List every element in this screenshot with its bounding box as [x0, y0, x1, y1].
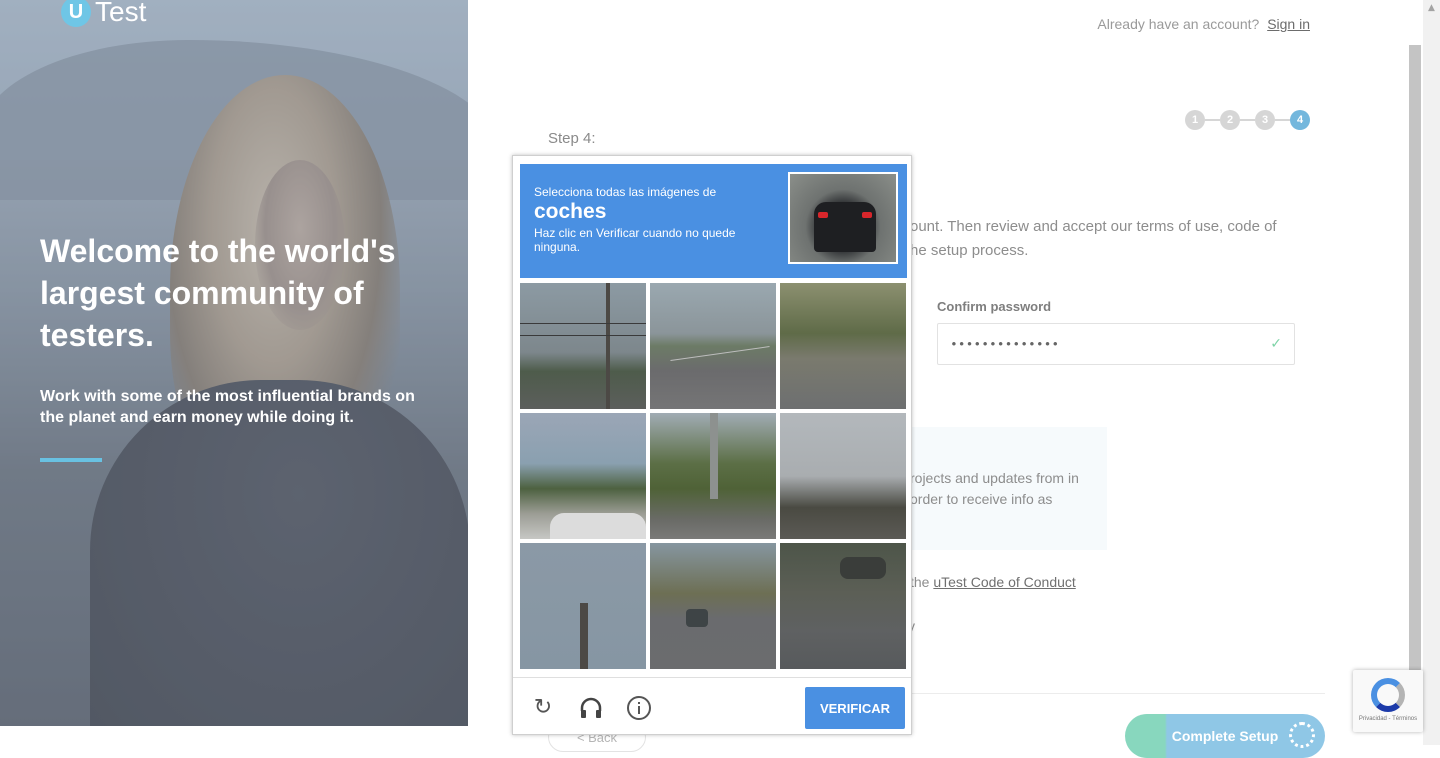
- captcha-tile-8[interactable]: [650, 543, 776, 669]
- current-step-label: Step 4:: [548, 130, 596, 147]
- recaptcha-logo-icon: [1371, 678, 1405, 712]
- hero-panel: [0, 0, 468, 726]
- captcha-target: coches: [534, 200, 607, 223]
- tile-car: [686, 609, 708, 627]
- brand-logo[interactable]: U Test: [61, 0, 146, 28]
- confirm-password-field[interactable]: •••••••••••••• ✓: [937, 323, 1295, 365]
- tile-pole: [710, 413, 718, 499]
- tile-pole: [580, 603, 588, 669]
- captcha-image-grid: [520, 283, 907, 670]
- captcha-footer: ↻ VERIFICAR: [513, 677, 911, 734]
- sample-taillight: [818, 212, 828, 218]
- sample-car: [814, 202, 876, 252]
- scroll-up-arrow-icon[interactable]: ▲: [1423, 0, 1440, 17]
- captcha-hint: Haz clic en Verificar cuando no quede ni…: [534, 226, 736, 254]
- captcha-tile-9[interactable]: [780, 543, 906, 669]
- recaptcha-terms[interactable]: Privacidad - Términos: [1353, 716, 1423, 722]
- step-1: 1: [1185, 110, 1205, 130]
- recaptcha-badge[interactable]: Privacidad - Términos: [1353, 670, 1423, 732]
- captcha-tile-1[interactable]: [520, 283, 646, 409]
- complete-setup-label: Complete Setup: [1171, 728, 1279, 744]
- step-connector: [1240, 119, 1255, 121]
- tile-car: [840, 557, 886, 579]
- hero-overlay: [0, 0, 468, 726]
- captcha-tile-2[interactable]: [650, 283, 776, 409]
- captcha-dialog: Selecciona todas las imágenes de coches …: [512, 155, 912, 735]
- conduct-agreement: the uTest Code of Conduct: [910, 574, 1076, 590]
- info-icon[interactable]: [626, 695, 652, 721]
- confirm-password-value: ••••••••••••••: [950, 336, 1060, 352]
- code-of-conduct-link[interactable]: uTest Code of Conduct: [933, 574, 1075, 590]
- tile-lane-line: [670, 346, 770, 361]
- step-connector: [1275, 119, 1290, 121]
- verify-button[interactable]: VERIFICAR: [805, 687, 905, 729]
- step-4: 4: [1290, 110, 1310, 130]
- complete-setup-button[interactable]: Complete Setup: [1125, 714, 1325, 758]
- hero-title: Welcome to the world's largest community…: [40, 233, 396, 353]
- sign-in-link[interactable]: Sign in: [1267, 16, 1310, 32]
- check-icon: ✓: [1270, 336, 1282, 352]
- description-line-2: he setup process.: [910, 242, 1029, 259]
- scrollbar-thumb[interactable]: [1409, 45, 1421, 715]
- brand-name: Test: [95, 0, 147, 27]
- loading-spinner-icon: [1289, 722, 1315, 748]
- hero-subtitle: Work with some of the most influential b…: [40, 388, 415, 426]
- captcha-tile-4[interactable]: [520, 413, 646, 539]
- form-description: ount. Then review and accept our terms o…: [910, 215, 1310, 263]
- captcha-header: Selecciona todas las imágenes de coches …: [520, 164, 907, 278]
- already-account-text: Already have an account?: [1097, 16, 1260, 32]
- step-3: 3: [1255, 110, 1275, 130]
- tile-pole: [606, 283, 610, 409]
- reload-icon[interactable]: ↻: [530, 695, 556, 721]
- description-line-1: ount. Then review and accept our terms o…: [910, 218, 1277, 235]
- captcha-tile-6[interactable]: [780, 413, 906, 539]
- audio-icon[interactable]: [578, 695, 604, 721]
- captcha-tile-3[interactable]: [780, 283, 906, 409]
- step-connector: [1205, 119, 1220, 121]
- step-2: 2: [1220, 110, 1240, 130]
- confirm-password-label: Confirm password: [937, 299, 1052, 314]
- step-indicator: 1 2 3 4: [1185, 110, 1310, 130]
- signin-prompt: Already have an account? Sign in: [1097, 16, 1310, 32]
- sample-taillight: [862, 212, 872, 218]
- tile-wire: [520, 323, 646, 324]
- captcha-tile-5[interactable]: [650, 413, 776, 539]
- tile-white-car: [550, 513, 646, 539]
- hero-accent-line: [40, 458, 102, 462]
- captcha-sample-image: [788, 172, 898, 264]
- captcha-tile-7[interactable]: [520, 543, 646, 669]
- tile-wire: [520, 335, 646, 336]
- conduct-prefix: the: [910, 574, 934, 590]
- scrollbar-track[interactable]: [1423, 0, 1440, 745]
- newsletter-text: rojects and updates from in order to rec…: [910, 470, 1079, 507]
- utest-logo-icon: U: [61, 0, 91, 27]
- captcha-instruction: Selecciona todas las imágenes de: [534, 185, 717, 199]
